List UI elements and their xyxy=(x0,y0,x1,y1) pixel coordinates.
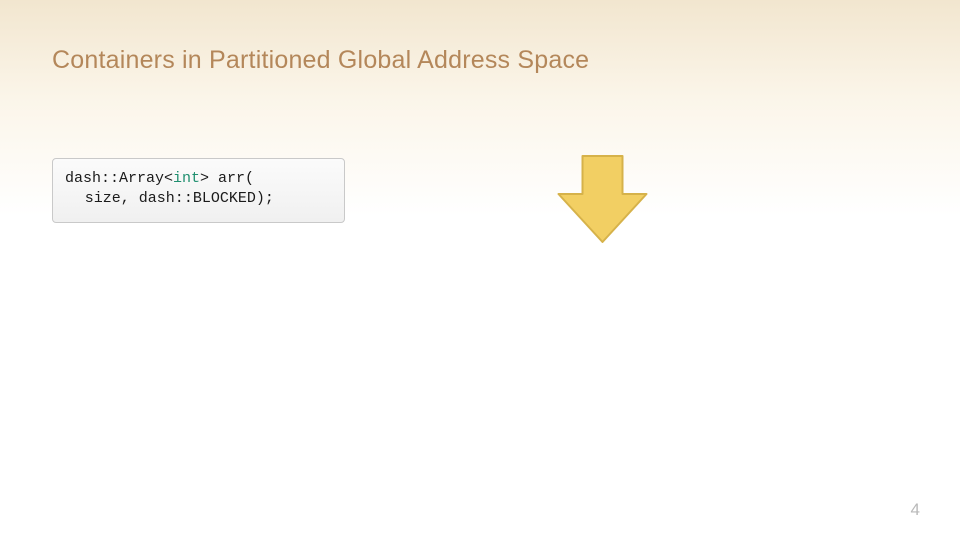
page-number: 4 xyxy=(911,500,920,520)
code-type-keyword: int xyxy=(173,170,200,187)
down-arrow-icon xyxy=(550,150,655,250)
code-line-2: size, dash::BLOCKED); xyxy=(65,189,332,209)
code-text: > arr( xyxy=(200,170,254,187)
slide-title: Containers in Partitioned Global Address… xyxy=(52,46,589,75)
code-snippet: dash::Array<int> arr( size, dash::BLOCKE… xyxy=(52,158,345,223)
code-line-1: dash::Array<int> arr( xyxy=(65,169,332,189)
code-text: dash::Array< xyxy=(65,170,173,187)
